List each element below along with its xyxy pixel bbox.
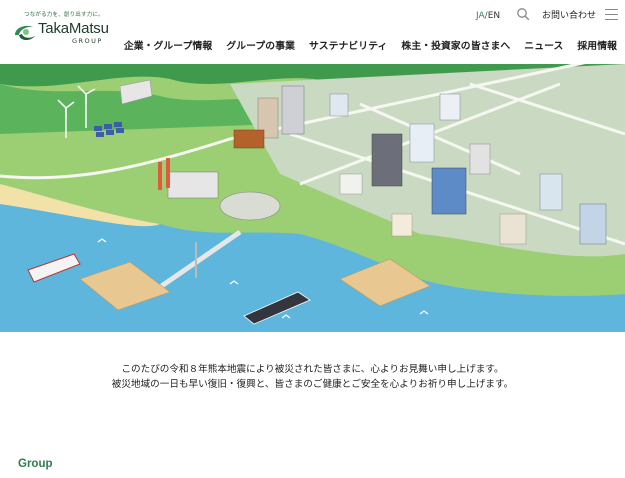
nav-item-news[interactable]: ニュース (524, 38, 563, 52)
nav-item-sustainability[interactable]: サステナビリティ (309, 38, 387, 52)
brand-name: TakaMatsu (38, 20, 109, 37)
nav-item-business[interactable]: グループの事業 (226, 38, 295, 52)
earthquake-condolence-message: このたびの令和８年熊本地震により被災された皆さまに、心よりお見舞い申し上げます。… (0, 362, 625, 392)
lang-en[interactable]: EN (488, 11, 500, 21)
nav-item-recruit[interactable]: 採用情報 (577, 38, 617, 52)
menu-bar (605, 19, 618, 20)
brand-mark-icon (15, 25, 35, 41)
hero-city-illustration (0, 64, 625, 332)
group-section-title: Group (18, 458, 53, 470)
message-line-2: 被災地域の一日も早い復旧・復興と、皆さまのご健康とご安全を心よりお祈り申し上げま… (111, 379, 514, 390)
brand-group: GROUP (72, 37, 103, 45)
brand-tagline: つながる力を、創り出す力に。 (24, 12, 104, 18)
contact-link[interactable]: お問い合わせ (542, 9, 596, 23)
nav-item-investors[interactable]: 株主・投資家の皆さまへ (401, 38, 510, 52)
search-icon[interactable] (516, 7, 530, 21)
menu-bar (605, 14, 618, 15)
language-switch: JA/EN (476, 9, 500, 23)
lang-ja[interactable]: JA (476, 11, 485, 21)
brand-logo[interactable]: つながる力を、創り出す力に。 TakaMatsu GROUP (12, 10, 122, 50)
nav-item-company[interactable]: 企業・グループ情報 (124, 38, 212, 52)
message-line-1: このたびの令和８年熊本地震により被災された皆さまに、心よりお見舞い申し上げます。 (121, 364, 504, 375)
hamburger-menu-icon[interactable] (605, 9, 618, 20)
site-header: つながる力を、創り出す力に。 TakaMatsu GROUP JA/EN お問い… (0, 0, 625, 64)
menu-bar (605, 9, 618, 10)
hero-illustration-svg (0, 64, 625, 332)
stadium (219, 191, 281, 221)
global-nav: 企業・グループ情報 グループの事業 サステナビリティ 株主・投資家の皆さまへ ニ… (124, 38, 617, 52)
